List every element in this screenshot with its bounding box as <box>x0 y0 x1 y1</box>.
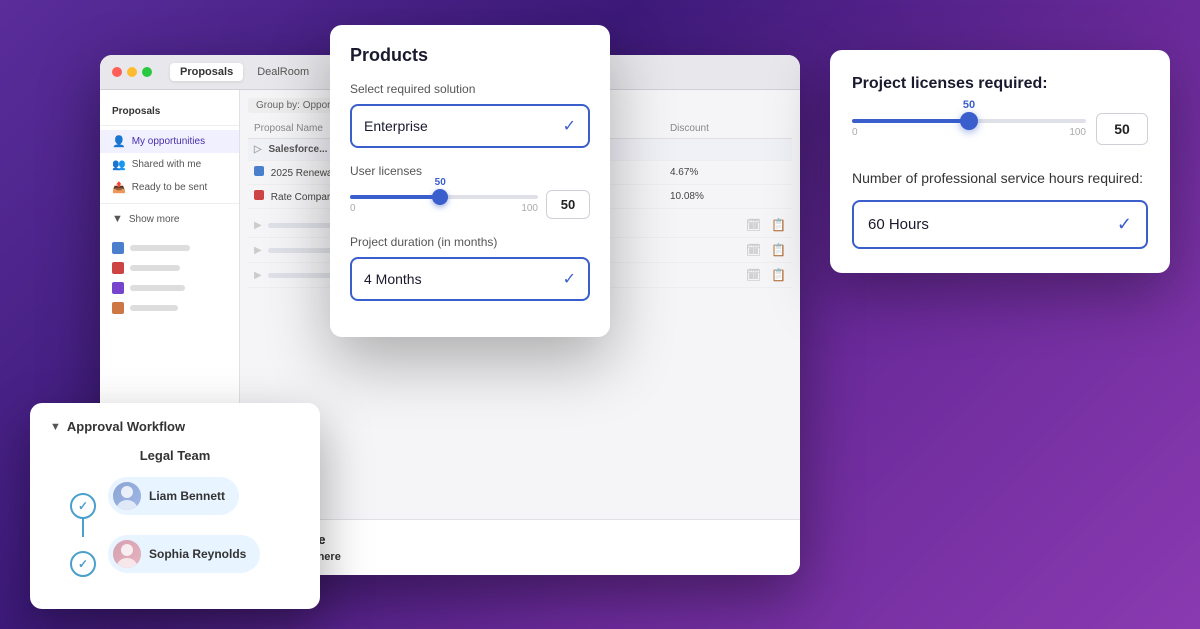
avatar-sophia-svg <box>113 540 141 568</box>
badge-blue-1 <box>112 242 124 254</box>
tab-proposals[interactable]: Proposals <box>170 63 243 81</box>
licenses-label: User licenses <box>350 164 590 178</box>
slider-thumb[interactable] <box>432 189 448 205</box>
duration-check-icon: ✓ <box>563 269 576 289</box>
person-2-name: Sophia Reynolds <box>149 547 246 561</box>
aw-chevron-icon[interactable]: ▼ <box>50 421 61 433</box>
rp-check-icon: ✓ <box>1117 214 1132 235</box>
slider-track <box>350 195 538 199</box>
duration-value: 4 Months <box>364 271 422 287</box>
maximize-dot[interactable] <box>142 67 152 77</box>
rp-slider-min: 0 <box>852 127 858 138</box>
rp-licenses-value-box[interactable]: 50 <box>1096 113 1148 145</box>
solution-check-icon: ✓ <box>563 116 576 136</box>
duration-select[interactable]: 4 Months ✓ <box>350 257 590 301</box>
licenses-slider-row: 50 0 100 50 <box>350 190 590 219</box>
slider-fill <box>350 195 440 199</box>
chevron-down-icon: ▼ <box>112 213 123 225</box>
window-controls <box>112 67 152 77</box>
aw-title: Approval Workflow <box>67 419 185 434</box>
products-dialog: Products Select required solution Enterp… <box>330 25 610 337</box>
item-bar-2 <box>130 265 180 271</box>
sidebar-item-label-4: Show more <box>129 214 180 225</box>
sidebar-item-ready[interactable]: 📤 Ready to be sent <box>100 176 239 199</box>
slider-label-above: 50 <box>435 177 446 188</box>
item-bar-4 <box>130 305 178 311</box>
sidebar-item-label-2: Shared with me <box>132 159 201 170</box>
rp-slider-fill <box>852 119 969 123</box>
esig-subtitle: Please sign here <box>254 551 786 563</box>
item-bar-3 <box>130 285 185 291</box>
rp-slider-label-above: 50 <box>963 99 975 111</box>
rp-licenses-slider[interactable]: 50 0 100 <box>852 119 1086 138</box>
tab-dealroom[interactable]: DealRoom <box>247 63 319 81</box>
slider-min: 0 <box>350 203 356 214</box>
products-dialog-title: Products <box>350 45 590 66</box>
right-panel: Project licenses required: 50 0 100 50 N… <box>830 50 1170 273</box>
avatar-sophia <box>113 540 141 568</box>
minimize-dot[interactable] <box>127 67 137 77</box>
aw-item-2: ✓ Sophia Reynolds <box>70 535 260 593</box>
approval-workflow: ▼ Approval Workflow Legal Team ✓ Liam Be… <box>30 403 320 609</box>
slider-max: 100 <box>521 203 538 214</box>
licenses-slider[interactable]: 50 0 100 <box>350 195 538 214</box>
badge-red-1 <box>112 262 124 274</box>
solution-select[interactable]: Enterprise ✓ <box>350 104 590 148</box>
sidebar-item-show-more[interactable]: ▼ Show more <box>100 208 239 230</box>
aw-header: ▼ Approval Workflow <box>50 419 300 434</box>
duration-label: Project duration (in months) <box>350 235 590 249</box>
rp-licenses-slider-row: 50 0 100 50 <box>852 113 1148 145</box>
send-icon: 📤 <box>112 181 126 194</box>
esig-section: e-Signature Please sign here <box>240 519 800 574</box>
sidebar-item-my-opportunities[interactable]: 👤 My opportunities <box>100 130 239 153</box>
avatar-liam-svg <box>113 482 141 510</box>
sidebar-item-label-1: My opportunities <box>132 136 205 147</box>
rp-licenses-title: Project licenses required: <box>852 74 1148 95</box>
row-1-discount: 4.67% <box>664 161 792 185</box>
aw-person-1: Liam Bennett <box>108 477 239 515</box>
solution-label: Select required solution <box>350 82 590 96</box>
esig-title: e-Signature <box>254 532 786 547</box>
close-dot[interactable] <box>112 67 122 77</box>
aw-check-1: ✓ <box>70 493 96 519</box>
row-2-discount: 10.08% <box>664 185 792 209</box>
aw-check-2: ✓ <box>70 551 96 577</box>
shared-icon: 👥 <box>112 158 126 171</box>
rp-slider-max: 100 <box>1069 127 1086 138</box>
rp-hours-select[interactable]: 60 Hours ✓ <box>852 200 1148 249</box>
aw-section-title: Legal Team <box>50 448 300 463</box>
solution-value: Enterprise <box>364 118 428 134</box>
rp-slider-thumb[interactable] <box>960 112 978 130</box>
avatar-liam <box>113 482 141 510</box>
col-header-discount: Discount <box>664 119 792 139</box>
slider-limits: 0 100 <box>350 203 538 214</box>
person-1-name: Liam Bennett <box>149 489 225 503</box>
badge-orange-1 <box>112 302 124 314</box>
sidebar-divider-2 <box>100 203 239 204</box>
sidebar-title: Proposals <box>100 100 239 121</box>
item-bar-1 <box>130 245 190 251</box>
aw-person-2: Sophia Reynolds <box>108 535 260 573</box>
rp-hours-value: 60 Hours <box>868 216 929 233</box>
rp-hours-label: Number of professional service hours req… <box>852 169 1148 189</box>
sidebar-item-shared[interactable]: 👥 Shared with me <box>100 153 239 176</box>
aw-workflow: ✓ Liam Bennett ✓ <box>50 477 300 593</box>
sidebar-divider-1 <box>100 125 239 126</box>
rp-slider-track <box>852 119 1086 123</box>
sidebar-item-label-3: Ready to be sent <box>132 182 208 193</box>
licenses-value-box[interactable]: 50 <box>546 190 590 219</box>
aw-item-1: ✓ Liam Bennett <box>70 477 239 535</box>
person-icon: 👤 <box>112 135 126 148</box>
badge-violet-1 <box>112 282 124 294</box>
